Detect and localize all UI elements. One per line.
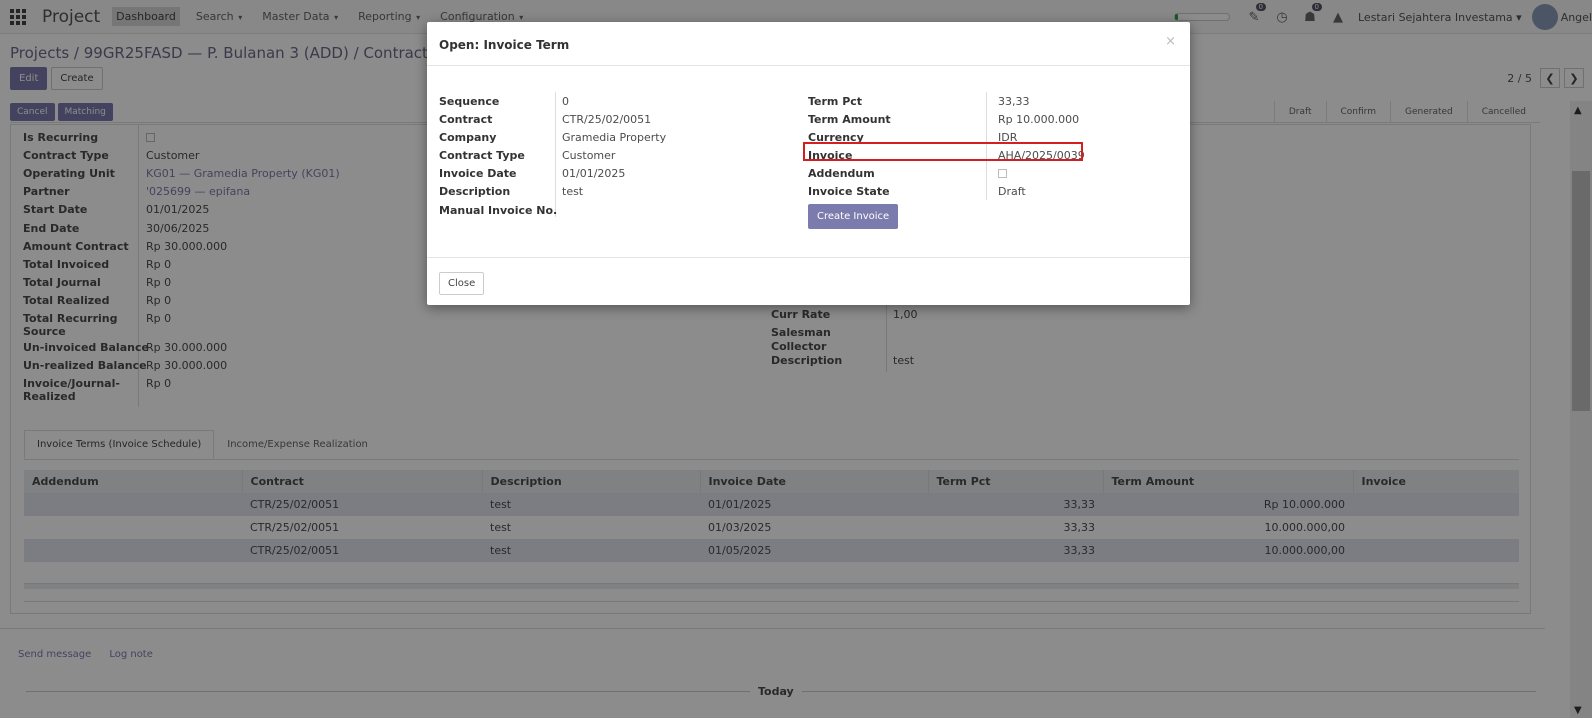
close-icon[interactable]: × bbox=[1165, 34, 1176, 49]
label-contract: Contract bbox=[439, 113, 493, 126]
modal-title: Open: Invoice Term bbox=[439, 38, 570, 52]
value-term-pct: 33,33 bbox=[998, 95, 1030, 108]
modal-header: Open: Invoice Term × bbox=[427, 22, 1190, 66]
value-sequence: 0 bbox=[562, 95, 569, 108]
value-company[interactable]: Gramedia Property bbox=[562, 131, 666, 144]
label-invoice-date: Invoice Date bbox=[439, 167, 517, 180]
label-manual-invoice-no: Manual Invoice No. bbox=[439, 204, 558, 217]
label-term-amount: Term Amount bbox=[808, 113, 891, 126]
label-invoice-state: Invoice State bbox=[808, 185, 890, 198]
label-sequence: Sequence bbox=[439, 95, 500, 108]
label-contract-type: Contract Type bbox=[439, 149, 525, 162]
value-term-amount: Rp 10.000.000 bbox=[998, 113, 1080, 126]
field-separator bbox=[555, 92, 556, 217]
label-term-pct: Term Pct bbox=[808, 95, 863, 108]
value-contract-type: Customer bbox=[562, 149, 616, 162]
modal-footer: Close bbox=[427, 257, 1190, 305]
label-company: Company bbox=[439, 131, 497, 144]
modal-body: Sequence 0 Contract CTR/25/02/0051 Compa… bbox=[427, 67, 1190, 257]
value-invoice-state: Draft bbox=[998, 185, 1026, 198]
invoice-highlight-box bbox=[803, 142, 1083, 161]
label-addendum: Addendum bbox=[808, 167, 875, 180]
value-invoice-date: 01/01/2025 bbox=[562, 167, 626, 180]
value-description: test bbox=[562, 185, 584, 198]
label-description: Description bbox=[439, 185, 511, 198]
close-button[interactable]: Close bbox=[439, 272, 485, 295]
create-invoice-button[interactable]: Create Invoice bbox=[808, 204, 899, 229]
invoice-term-dialog: Open: Invoice Term × Sequence 0 Contract… bbox=[427, 22, 1190, 305]
addendum-checkbox[interactable] bbox=[998, 168, 1007, 181]
value-contract[interactable]: CTR/25/02/0051 bbox=[562, 113, 651, 126]
